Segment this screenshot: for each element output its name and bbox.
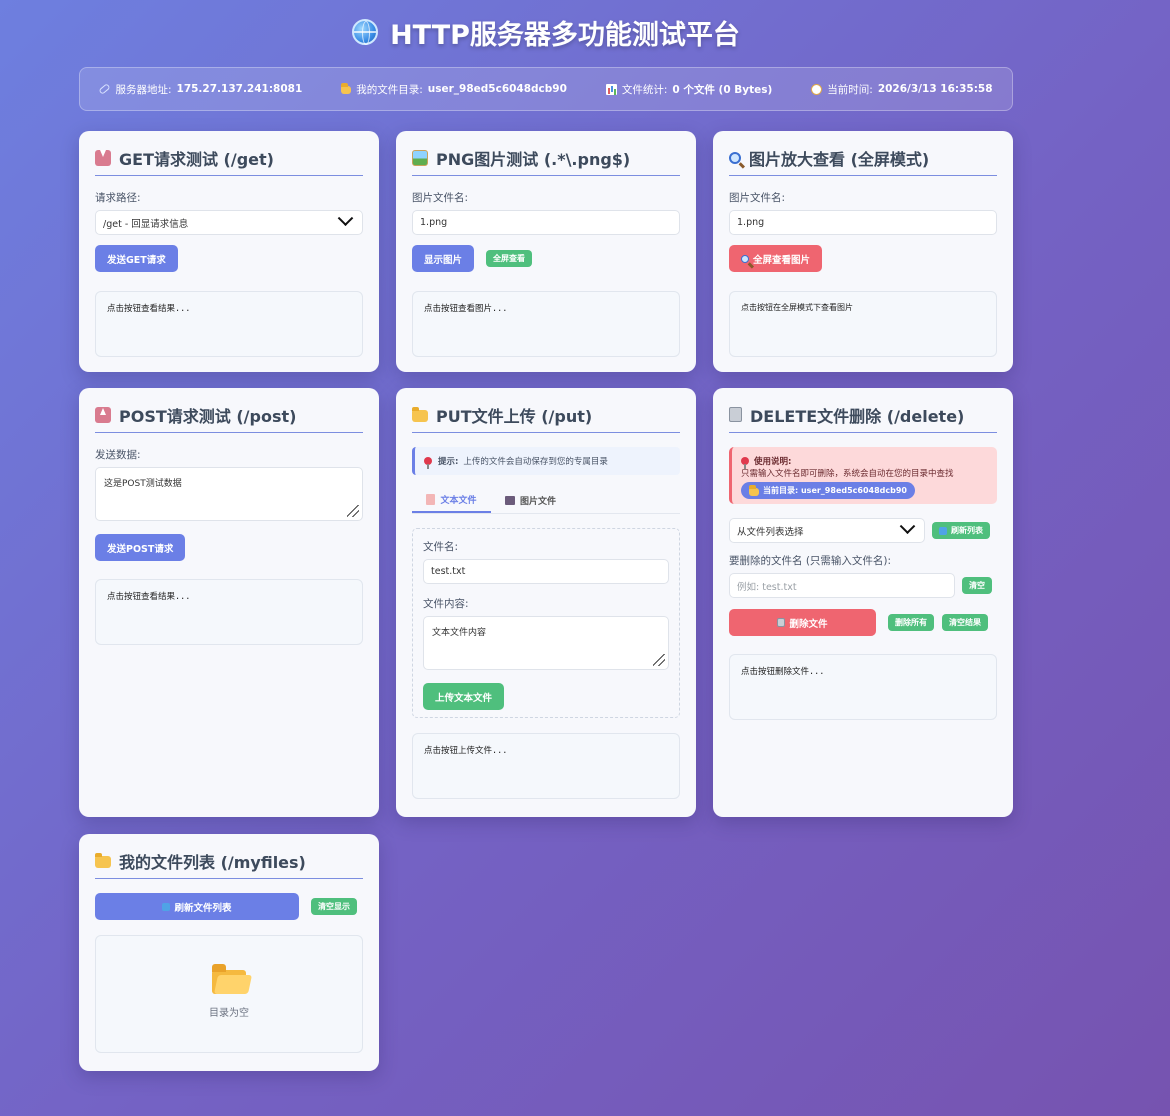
put-card-title: PUT文件上传 (/put) [412,404,680,433]
png-result: 点击按钮查看图片... [412,291,680,357]
post-result: 点击按钮查看结果... [95,579,363,645]
chevron-down-icon [899,518,916,535]
delete-instructions: 使用说明: 只需输入文件名即可删除，系统会自动在您的目录中查找 当前目录: us… [729,447,997,504]
post-data-label: 发送数据: [95,449,141,461]
page-title: HTTP服务器多功能测试平台 [0,14,1092,51]
zoom-card-title: 图片放大查看 (全屏模式) [729,147,997,176]
upload-content-textarea[interactable]: 文本文件内容 [423,616,669,670]
post-data-textarea[interactable]: 这是POST测试数据 [95,467,363,521]
file-dir-value: user_98ed5c6048dcb90 [427,83,567,95]
outbox-icon [95,406,111,423]
server-address-info: 服务器地址: 175.27.137.241:8081 [98,82,303,97]
file-list-area: 目录为空 [95,935,363,1053]
fullscreen-view-button[interactable]: 全屏查看 [486,250,533,267]
put-card: PUT文件上传 (/put) 提示: 上传的文件会自动保存到您的专属目录 文本文… [396,388,696,817]
file-stats-value: 0 个文件 (0 Bytes) [672,83,773,96]
upload-tabs: 文本文件 图片文件 [412,487,680,514]
tab-image-file[interactable]: 图片文件 [491,487,570,513]
file-list-select[interactable]: 从文件列表选择 [729,518,925,543]
globe-icon [352,19,379,45]
pin-icon [424,457,432,469]
put-result: 点击按钮上传文件... [412,733,680,799]
send-post-button[interactable]: 发送POST请求 [95,534,186,561]
myfiles-card: 我的文件列表 (/myfiles) 刷新文件列表 清空显示 目录为空 [79,834,379,1071]
open-folder-icon [212,963,246,994]
send-get-button[interactable]: 发送GET请求 [95,245,178,272]
request-path-select[interactable]: /get - 回显请求信息 [95,210,363,235]
link-icon [98,83,112,95]
zoom-filename-input[interactable]: 1.png [729,210,997,235]
delete-file-button[interactable]: 删除文件 [729,609,876,636]
upload-hint: 提示: 上传的文件会自动保存到您的专属目录 [412,447,680,475]
png-filename-label: 图片文件名: [412,192,469,204]
current-time-info: 当前时间: 2026/3/13 16:35:58 [811,82,993,97]
trash-icon [777,618,786,627]
fullscreen-image-button[interactable]: 全屏查看图片 [729,245,823,272]
myfiles-card-title: 我的文件列表 (/myfiles) [95,850,363,879]
folder-icon [412,407,428,422]
current-dir-badge: 当前目录: user_98ed5c6048dcb90 [741,482,915,499]
chevron-down-icon [337,210,354,227]
get-result: 点击按钮查看结果... [95,291,363,357]
upload-filename-input[interactable]: test.txt [423,559,669,584]
upload-content-label: 文件内容: [423,598,469,610]
get-card-title: GET请求测试 (/get) [95,147,363,176]
clear-display-button[interactable]: 清空显示 [311,898,357,915]
trash-icon [729,407,742,422]
document-icon [426,493,436,505]
resize-handle-icon[interactable] [347,505,359,517]
png-card: PNG图片测试 (.*\.png$) 图片文件名: 1.png 显示图片 全屏查… [396,131,696,372]
delete-filename-label: 要删除的文件名 (只需输入文件名): [729,555,892,567]
resize-handle-icon[interactable] [653,654,665,666]
current-time-value: 2026/3/13 16:35:58 [877,83,993,95]
page-title-text: HTTP服务器多功能测试平台 [390,19,740,51]
post-card: POST请求测试 (/post) 发送数据: 这是POST测试数据 发送POST… [79,388,379,817]
magnifier-icon [729,151,741,164]
post-card-title: POST请求测试 (/post) [95,404,363,433]
refresh-list-button[interactable]: 刷新列表 [932,522,990,539]
delete-card: DELETE文件删除 (/delete) 使用说明: 只需输入文件名即可删除，系… [713,388,1013,817]
pin-icon [741,457,749,469]
tab-text-file[interactable]: 文本文件 [412,487,491,513]
empty-directory-text: 目录为空 [209,1007,249,1019]
delete-all-button[interactable]: 删除所有 [888,614,934,631]
zoom-card: 图片放大查看 (全屏模式) 图片文件名: 1.png 全屏查看图片 点击按钮在全… [713,131,1013,372]
file-dir-info: 我的文件目录: user_98ed5c6048dcb90 [341,82,567,97]
clock-icon [811,83,823,95]
delete-result: 点击按钮删除文件... [729,654,997,720]
delete-filename-input[interactable]: 例如: test.txt [729,573,955,598]
refresh-icon [939,526,947,535]
file-stats-info: 文件统计: 0 个文件 (0 Bytes) [605,82,773,97]
folder-icon [341,83,352,94]
picture-icon [412,149,428,166]
image-file-icon [504,495,515,505]
server-info-bar: 服务器地址: 175.27.137.241:8081 我的文件目录: user_… [79,67,1013,111]
request-path-label: 请求路径: [95,192,141,204]
folder-icon [749,484,759,496]
refresh-files-button[interactable]: 刷新文件列表 [95,893,299,920]
chart-icon [605,83,617,95]
upload-text-button[interactable]: 上传文本文件 [423,683,505,710]
zoom-filename-label: 图片文件名: [729,192,786,204]
inbox-icon [95,149,111,166]
refresh-icon [162,902,171,911]
folder-icon [95,853,111,868]
clear-result-button[interactable]: 清空结果 [942,614,988,631]
show-image-button[interactable]: 显示图片 [412,245,475,272]
server-address-value: 175.27.137.241:8081 [176,83,303,95]
upload-filename-label: 文件名: [423,541,459,553]
png-filename-input[interactable]: 1.png [412,210,680,235]
text-upload-form: 文件名: test.txt 文件内容: 文本文件内容 上传文本文件 [412,528,680,718]
delete-card-title: DELETE文件删除 (/delete) [729,404,997,433]
zoom-result: 点击按钮在全屏模式下查看图片 [729,291,997,357]
get-card: GET请求测试 (/get) 请求路径: /get - 回显请求信息 发送GET… [79,131,379,372]
magnifier-icon [741,254,749,263]
clear-input-button[interactable]: 清空 [962,577,992,594]
png-card-title: PNG图片测试 (.*\.png$) [412,147,680,176]
